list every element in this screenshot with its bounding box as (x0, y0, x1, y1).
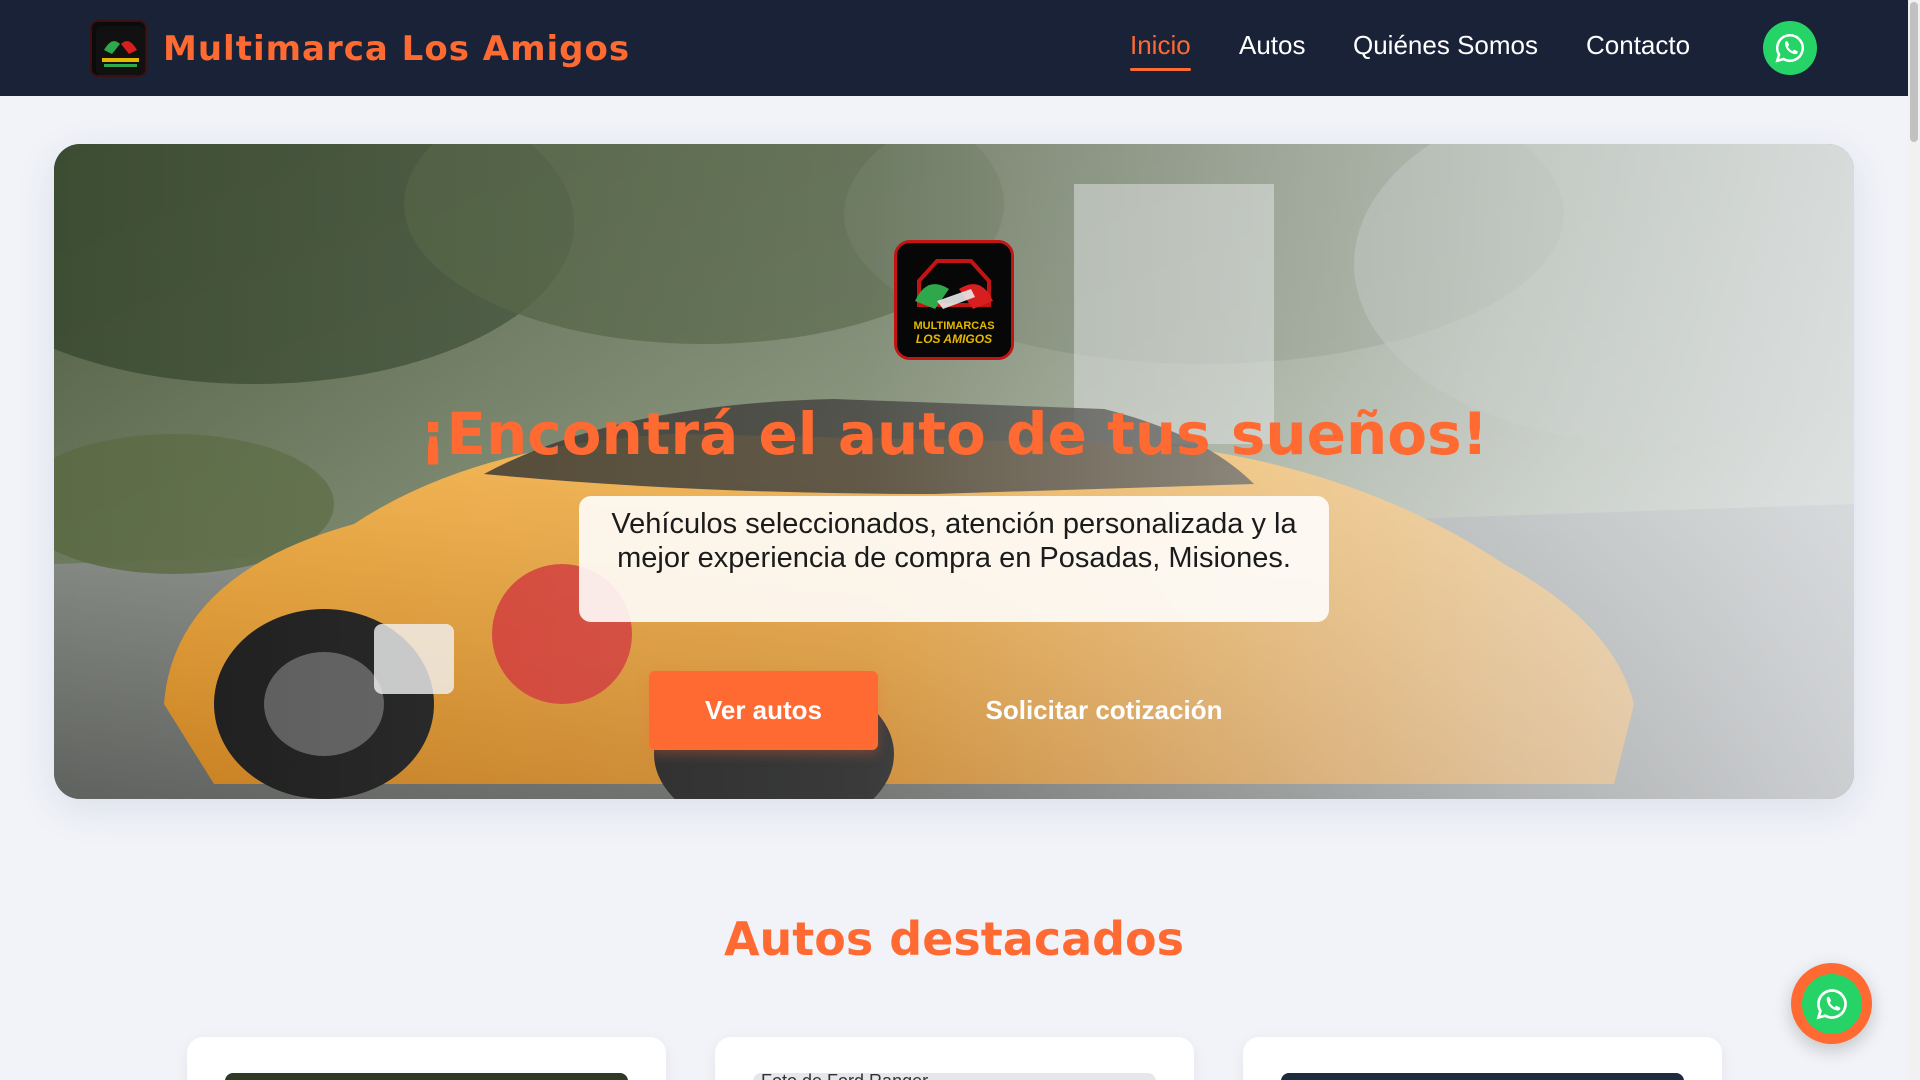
whatsapp-icon (1816, 988, 1847, 1019)
car-card[interactable]: Foto de Ford Ranger ... (715, 1037, 1194, 1080)
logo-line1: MULTIMARCAS (913, 320, 994, 332)
page-scrollbar[interactable] (1908, 0, 1920, 1080)
car-card[interactable] (1243, 1037, 1722, 1080)
car-card-image-alt: Foto de Ford Ranger ... (761, 1071, 948, 1080)
whatsapp-icon (1775, 33, 1804, 63)
logo-line2: LOS AMIGOS (916, 332, 992, 346)
brand-logo (90, 20, 147, 77)
nav-quienes-somos[interactable]: Quiénes Somos (1353, 30, 1538, 61)
hero-logo: MULTIMARCAS LOS AMIGOS (894, 240, 1014, 360)
nav-autos[interactable]: Autos (1239, 30, 1306, 61)
car-card[interactable] (187, 1037, 666, 1080)
site-header: Multimarca Los Amigos Inicio Autos Quién… (0, 0, 1908, 96)
car-card-image (225, 1073, 628, 1080)
section-title-autos-destacados: Autos destacados (723, 912, 1185, 966)
nav-contacto[interactable]: Contacto (1586, 30, 1690, 61)
whatsapp-header-button[interactable] (1763, 21, 1817, 75)
ver-autos-button[interactable]: Ver autos (649, 671, 878, 750)
solicitar-cotizacion-button[interactable]: Solicitar cotización (954, 671, 1254, 750)
brand[interactable]: Multimarca Los Amigos (90, 20, 630, 77)
brand-name: Multimarca Los Amigos (163, 28, 631, 69)
hero-title: ¡Encontrá el auto de tus sueños! (419, 400, 1489, 468)
whatsapp-floating-button[interactable] (1791, 963, 1872, 1044)
nav-inicio[interactable]: Inicio (1130, 30, 1191, 71)
car-card-image (1281, 1073, 1684, 1080)
whatsapp-floating-inner (1801, 973, 1862, 1034)
scrollbar-thumb[interactable] (1910, 2, 1918, 142)
hero-banner: MULTIMARCAS LOS AMIGOS ¡Encontrá el auto… (54, 144, 1854, 799)
hero-subtitle: Vehículos seleccionados, atención person… (579, 496, 1329, 622)
